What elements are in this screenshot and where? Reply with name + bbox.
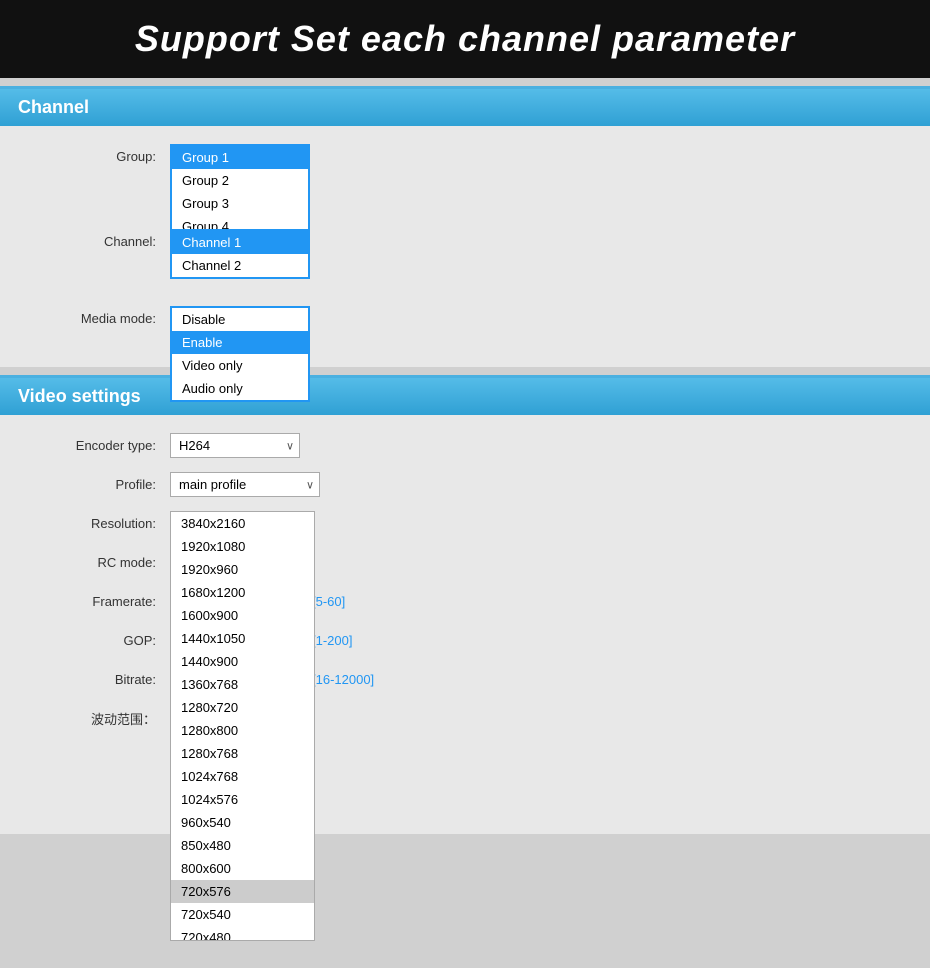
encoder-dropdown-wrapper[interactable]: H264 H265 MJPEG (170, 433, 300, 458)
res-1024-768[interactable]: 1024x768 (171, 765, 314, 788)
profile-row: Profile: main profile baseline high (40, 472, 890, 497)
group-option-3[interactable]: Group 3 (172, 192, 308, 215)
encoder-row: Encoder type: H264 H265 MJPEG (40, 433, 890, 458)
channel-dropdown-area: Channel 1 Channel 2 Channel 1 Channel 2 (170, 229, 300, 254)
channel-section-body: Group: Group 1 Group 2 Group 3 Group 4 G… (0, 126, 930, 367)
framerate-label: Framerate: (40, 594, 170, 609)
media-dropdown-area: Enable Disable Enable Video only Audio o… (170, 306, 300, 331)
gop-row: GOP: [1-200] (40, 628, 890, 653)
resolution-dropdown-area: Auto 3840x2160 1920x1080 1920x960 1680x1… (170, 511, 300, 536)
video-section-body: Encoder type: H264 H265 MJPEG Profile: m… (0, 415, 930, 834)
resolution-label: Resolution: (40, 516, 170, 531)
bitrate-row: Bitrate: [16-12000] (40, 667, 890, 692)
rc-row: RC mode: cbr vbr (40, 550, 890, 575)
framerate-hint: [5-60] (312, 594, 345, 609)
gop-hint: [1-200] (312, 633, 352, 648)
res-850[interactable]: 850x480 (171, 834, 314, 857)
res-1024-576[interactable]: 1024x576 (171, 788, 314, 811)
header-title: Support Set each channel parameter (135, 18, 795, 59)
res-1600[interactable]: 1600x900 (171, 604, 314, 627)
encoder-label: Encoder type: (40, 438, 170, 453)
res-1440-900[interactable]: 1440x900 (171, 650, 314, 673)
res-1360[interactable]: 1360x768 (171, 673, 314, 696)
media-label: Media mode: (40, 311, 170, 326)
res-1680[interactable]: 1680x1200 (171, 581, 314, 604)
media-row: Media mode: Enable Disable Enable Video … (40, 306, 890, 331)
group-row: Group: Group 1 Group 2 Group 3 Group 4 G… (40, 144, 890, 169)
resolution-row: Resolution: Auto 3840x2160 1920x1080 192… (40, 511, 890, 536)
res-1280-800[interactable]: 1280x800 (171, 719, 314, 742)
group-option-1[interactable]: Group 1 (172, 146, 308, 169)
res-800[interactable]: 800x600 (171, 857, 314, 880)
channel-row: Channel: Channel 1 Channel 2 Channel 1 C… (40, 229, 890, 254)
page-header: Support Set each channel parameter (0, 0, 930, 78)
channel-option-1[interactable]: Channel 1 (172, 231, 308, 254)
media-option-audio[interactable]: Audio only (172, 377, 308, 400)
media-control: Enable Disable Enable Video only Audio o… (170, 306, 300, 331)
profile-control: main profile baseline high (170, 472, 320, 497)
res-1280-768[interactable]: 1280x768 (171, 742, 314, 765)
res-720-540[interactable]: 720x540 (171, 903, 314, 926)
group-popup-menu: Group 1 Group 2 Group 3 Group 4 (170, 144, 310, 240)
group-label: Group: (40, 149, 170, 164)
channel-section: Channel Group: Group 1 Group 2 Group 3 G… (0, 86, 930, 367)
channel-option-2[interactable]: Channel 2 (172, 254, 308, 277)
group-dropdown-area: Group 1 Group 2 Group 3 Group 4 Group 1 … (170, 144, 300, 169)
channel-control: Channel 1 Channel 2 Channel 1 Channel 2 (170, 229, 300, 254)
profile-dropdown-wrapper[interactable]: main profile baseline high (170, 472, 320, 497)
group-option-2[interactable]: Group 2 (172, 169, 308, 192)
gop-label: GOP: (40, 633, 170, 648)
res-720-576[interactable]: 720x576 (171, 880, 314, 903)
media-option-enable[interactable]: Enable (172, 331, 308, 354)
encoder-control: H264 H265 MJPEG (170, 433, 300, 458)
res-1920-960[interactable]: 1920x960 (171, 558, 314, 581)
encoder-select[interactable]: H264 H265 MJPEG (170, 433, 300, 458)
channel-section-title: Channel (0, 89, 930, 126)
profile-select[interactable]: main profile baseline high (170, 472, 320, 497)
res-3840[interactable]: 3840x2160 (171, 512, 314, 535)
res-1280-720[interactable]: 1280x720 (171, 696, 314, 719)
video-section: Video settings Encoder type: H264 H265 M… (0, 375, 930, 834)
video-section-title: Video settings (0, 378, 930, 415)
wave-label: 波动范围： (40, 709, 170, 728)
res-960[interactable]: 960x540 (171, 811, 314, 834)
bitrate-label: Bitrate: (40, 672, 170, 687)
wave-row: 波动范围： 自动 (40, 706, 890, 731)
channel-label: Channel: (40, 234, 170, 249)
media-option-disable[interactable]: Disable (172, 308, 308, 331)
resolution-popup-menu: 3840x2160 1920x1080 1920x960 1680x1200 1… (170, 511, 315, 941)
setup-row: Set up (40, 745, 890, 798)
media-option-video[interactable]: Video only (172, 354, 308, 377)
resolution-control: Auto 3840x2160 1920x1080 1920x960 1680x1… (170, 511, 300, 536)
rc-label: RC mode: (40, 555, 170, 570)
framerate-row: Framerate: [5-60] (40, 589, 890, 614)
res-1920-1080[interactable]: 1920x1080 (171, 535, 314, 558)
profile-label: Profile: (40, 477, 170, 492)
group-control: Group 1 Group 2 Group 3 Group 4 Group 1 … (170, 144, 300, 169)
channel-popup-menu: Channel 1 Channel 2 (170, 229, 310, 279)
bitrate-hint: [16-12000] (312, 672, 374, 687)
media-popup-menu: Disable Enable Video only Audio only (170, 306, 310, 402)
res-720-480[interactable]: 720x480 (171, 926, 314, 941)
res-1440-1050[interactable]: 1440x1050 (171, 627, 314, 650)
